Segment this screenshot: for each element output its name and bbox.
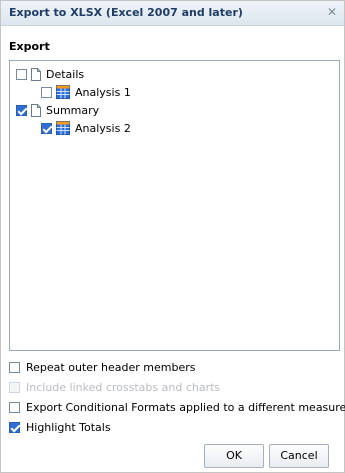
table-grid-icon (56, 121, 70, 135)
export-conditional-formats-checkbox[interactable] (9, 401, 20, 413)
include-linked-checkbox (9, 381, 20, 393)
repeat-outer-header-checkbox[interactable] (9, 361, 20, 373)
analysis-2-checkbox[interactable] (41, 122, 52, 134)
dialog-title: Export to XLSX (Excel 2007 and later) (9, 6, 243, 19)
document-icon (31, 67, 41, 81)
option-highlight-totals[interactable]: Highlight Totals (9, 419, 111, 435)
tree-item-details[interactable]: Details (16, 66, 84, 82)
option-repeat-outer-header[interactable]: Repeat outer header members (9, 359, 195, 375)
export-dialog: Export to XLSX (Excel 2007 and later) ✕ … (0, 0, 345, 473)
tree-item-label: Analysis 2 (75, 121, 131, 135)
option-label: Include linked crosstabs and charts (26, 380, 221, 394)
tree-item-label: Details (46, 67, 85, 81)
ok-button[interactable]: OK (204, 444, 264, 468)
export-section-label: Export (9, 40, 50, 53)
option-include-linked: Include linked crosstabs and charts (9, 379, 220, 395)
document-icon (31, 103, 41, 117)
tree-item-label: Analysis 1 (75, 85, 131, 99)
dialog-titlebar[interactable]: Export to XLSX (Excel 2007 and later) ✕ (1, 1, 344, 26)
option-label: Repeat outer header members (26, 360, 196, 374)
option-export-conditional-formats[interactable]: Export Conditional Formats applied to a … (9, 399, 345, 415)
tree-item-analysis-1[interactable]: Analysis 1 (41, 84, 131, 100)
option-label: Export Conditional Formats applied to a … (26, 400, 345, 414)
highlight-totals-checkbox[interactable] (9, 421, 20, 433)
tree-item-analysis-2[interactable]: Analysis 2 (41, 120, 131, 136)
analysis-1-checkbox[interactable] (41, 86, 52, 98)
export-tree-panel[interactable]: Details Analysis 1 Summary Analysis 2 (9, 60, 340, 351)
option-label: Highlight Totals (26, 420, 111, 434)
cancel-button[interactable]: Cancel (269, 444, 329, 468)
details-checkbox[interactable] (16, 68, 27, 80)
tree-item-label: Summary (46, 103, 100, 117)
summary-checkbox[interactable] (16, 104, 27, 116)
tree-item-summary[interactable]: Summary (16, 102, 99, 118)
table-grid-icon (56, 85, 70, 99)
close-icon[interactable]: ✕ (324, 4, 340, 20)
